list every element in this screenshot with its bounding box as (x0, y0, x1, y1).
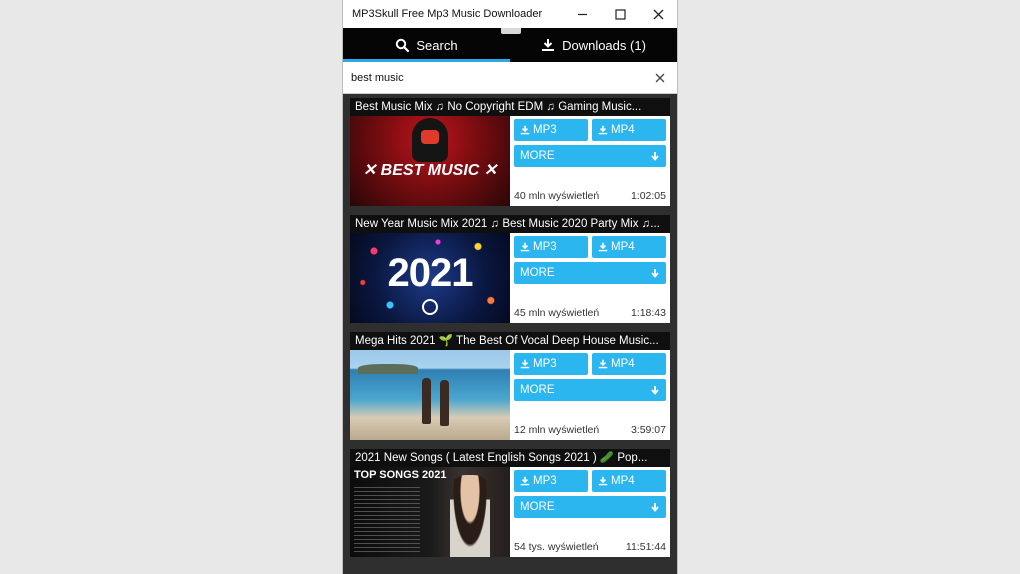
window-title: MP3Skull Free Mp3 Music Downloader (352, 8, 543, 20)
download-icon (520, 125, 530, 135)
result-thumbnail[interactable]: 2021 (350, 233, 510, 323)
result-thumbnail[interactable]: ✕ BEST MUSIC ✕ (350, 116, 510, 206)
minimize-button[interactable] (563, 0, 601, 28)
more-button[interactable]: MORE (514, 262, 666, 284)
tab-bar: Search Downloads (1) (343, 28, 677, 62)
result-actions: MP3 MP4 MORE 12 mln wyświetleń 3:59:07 (510, 350, 670, 440)
view-count: 45 mln wyświetleń (514, 307, 600, 319)
mp4-button[interactable]: MP4 (592, 119, 666, 141)
thumbnail-text: ✕ BEST MUSIC ✕ (362, 162, 498, 179)
arrow-down-icon (651, 269, 659, 278)
download-icon (520, 476, 530, 486)
search-icon (396, 38, 410, 52)
download-icon (542, 39, 555, 51)
maximize-button[interactable] (601, 0, 639, 28)
mp4-label: MP4 (611, 241, 635, 253)
result-thumbnail[interactable]: TOP SONGS 2021 (350, 467, 510, 557)
duration: 1:02:05 (630, 190, 666, 202)
mp4-button[interactable]: MP4 (592, 470, 666, 492)
download-icon (598, 242, 608, 252)
arrow-down-icon (651, 152, 659, 161)
result-thumbnail[interactable] (350, 350, 510, 440)
app-window: MP3Skull Free Mp3 Music Downloader Searc… (342, 0, 678, 574)
maximize-icon (614, 8, 626, 20)
search-bar (343, 62, 677, 94)
close-button[interactable] (639, 0, 677, 28)
download-icon (520, 359, 530, 369)
more-label: MORE (520, 267, 555, 279)
mp3-label: MP3 (533, 358, 557, 370)
tab-search-label: Search (416, 37, 458, 53)
result-card: Best Music Mix ♫ No Copyright EDM ♫ Gami… (350, 98, 670, 206)
download-icon (598, 359, 608, 369)
result-actions: MP3 MP4 MORE 45 mln wyświetleń 1:18:43 (510, 233, 670, 323)
arrow-down-icon (651, 503, 659, 512)
mp3-button[interactable]: MP3 (514, 119, 588, 141)
more-label: MORE (520, 501, 555, 513)
download-icon (520, 242, 530, 252)
more-label: MORE (520, 150, 555, 162)
mp3-label: MP3 (533, 475, 557, 487)
mp4-label: MP4 (611, 475, 635, 487)
mp3-label: MP3 (533, 241, 557, 253)
mp4-label: MP4 (611, 358, 635, 370)
more-button[interactable]: MORE (514, 145, 666, 167)
thumbnail-text: 2021 (387, 251, 474, 295)
mp3-button[interactable]: MP3 (514, 236, 588, 258)
result-title[interactable]: Mega Hits 2021 🌱 The Best Of Vocal Deep … (350, 332, 670, 350)
duration: 11:51:44 (625, 541, 666, 553)
mp3-button[interactable]: MP3 (514, 470, 588, 492)
lightning-logo-icon (422, 299, 438, 315)
more-button[interactable]: MORE (514, 496, 666, 518)
result-card: New Year Music Mix 2021 ♫ Best Music 202… (350, 215, 670, 323)
result-title[interactable]: New Year Music Mix 2021 ♫ Best Music 202… (350, 215, 670, 233)
thumbnail-text: TOP SONGS 2021 (354, 469, 447, 481)
result-title[interactable]: 2021 New Songs ( Latest English Songs 20… (350, 449, 670, 467)
more-button[interactable]: MORE (514, 379, 666, 401)
tab-downloads-label: Downloads (1) (562, 37, 646, 53)
download-icon (598, 125, 608, 135)
mp3-label: MP3 (533, 124, 557, 136)
result-title[interactable]: Best Music Mix ♫ No Copyright EDM ♫ Gami… (350, 98, 670, 116)
duration: 3:59:07 (630, 424, 666, 436)
close-icon (655, 73, 665, 82)
result-actions: MP3 MP4 MORE 40 mln wyświetleń 1:02:05 (510, 116, 670, 206)
search-input[interactable] (351, 71, 651, 84)
title-bar[interactable]: MP3Skull Free Mp3 Music Downloader (343, 0, 677, 28)
view-count: 54 tys. wyświetleń (514, 541, 599, 553)
mp4-button[interactable]: MP4 (592, 353, 666, 375)
clear-search-button[interactable] (651, 69, 669, 87)
result-card: Mega Hits 2021 🌱 The Best Of Vocal Deep … (350, 332, 670, 440)
view-count: 12 mln wyświetleń (514, 424, 600, 436)
mp3-button[interactable]: MP3 (514, 353, 588, 375)
results-list: Best Music Mix ♫ No Copyright EDM ♫ Gami… (343, 94, 677, 557)
mp4-label: MP4 (611, 124, 635, 136)
download-icon (598, 476, 608, 486)
more-label: MORE (520, 384, 555, 396)
mp4-button[interactable]: MP4 (592, 236, 666, 258)
close-icon (653, 9, 663, 19)
minimize-icon (577, 13, 587, 15)
result-actions: MP3 MP4 MORE 54 tys. wyświetleń 11:51:44 (510, 467, 670, 557)
arrow-down-icon (651, 386, 659, 395)
tab-downloads[interactable]: Downloads (1) (510, 28, 677, 62)
view-count: 40 mln wyświetleń (514, 190, 600, 202)
duration: 1:18:43 (630, 307, 666, 319)
result-card: 2021 New Songs ( Latest English Songs 20… (350, 449, 670, 557)
tab-search[interactable]: Search (343, 28, 510, 62)
